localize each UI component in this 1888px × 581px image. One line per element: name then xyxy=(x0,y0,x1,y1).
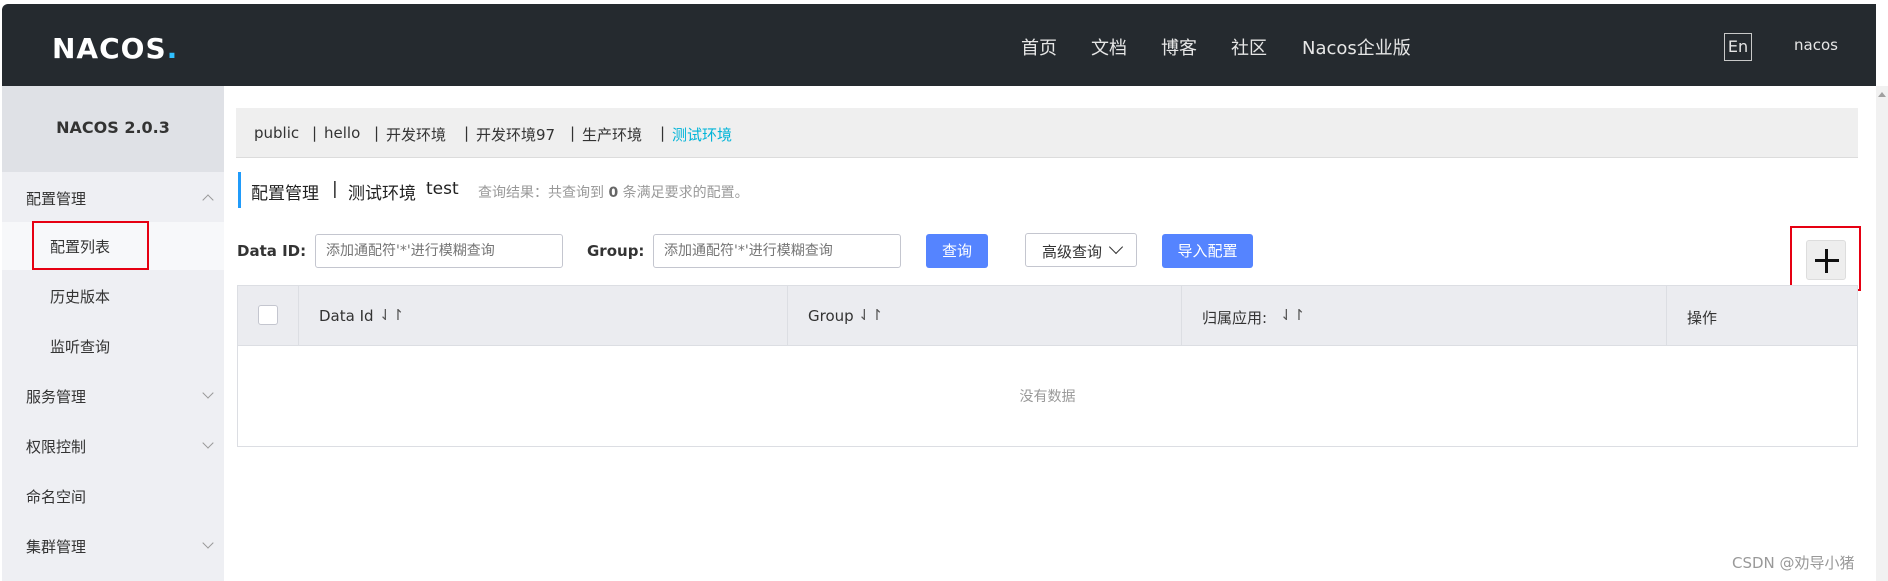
sort-icon[interactable]: ⇃↾ xyxy=(858,306,883,324)
namespace-public[interactable]: public xyxy=(254,124,299,142)
namespace-bar: public | hello | 开发环境 | 开发环境97 | 生产环境 | … xyxy=(236,108,1858,158)
logo-text: NACOS xyxy=(52,32,167,65)
user-name[interactable]: nacos xyxy=(1794,36,1838,54)
nav-enterprise[interactable]: Nacos企业版 xyxy=(1302,34,1411,60)
current-namespace-id: test xyxy=(426,179,459,199)
column-group[interactable]: Group ⇃↾ xyxy=(788,286,1182,346)
chevron-down-icon[interactable] xyxy=(202,437,214,449)
sidebar-subitem-history[interactable]: 历史版本 xyxy=(50,286,110,307)
result-suffix: 条满足要求的配置。 xyxy=(622,185,749,201)
sidebar-title: NACOS 2.0.3 xyxy=(56,118,170,137)
nav-home[interactable]: 首页 xyxy=(1021,34,1057,60)
current-namespace: 测试环境 xyxy=(348,184,416,204)
data-id-input[interactable] xyxy=(315,234,563,268)
page-title-separator: | xyxy=(332,179,338,199)
highlight-box xyxy=(32,221,149,270)
chevron-up-icon[interactable] xyxy=(202,194,214,206)
nacos-logo[interactable]: NACOS. xyxy=(52,32,178,65)
top-bar: NACOS. 首页 文档 博客 社区 Nacos企业版 En nacos xyxy=(2,4,1876,86)
namespace-dev97[interactable]: 开发环境97 xyxy=(476,124,555,145)
sidebar-item-access-control[interactable]: 权限控制 xyxy=(26,436,86,457)
sidebar-subitem-listener-query[interactable]: 监听查询 xyxy=(50,336,110,357)
group-label: Group: xyxy=(587,242,645,260)
config-table: Data Id ⇃↾ Group ⇃↾ 归属应用: ⇃↾ 操作 没有数据 xyxy=(237,285,1858,447)
chevron-down-icon xyxy=(1108,239,1124,255)
watermark: CSDN @劝导小猪 xyxy=(1732,554,1855,572)
advanced-query-button[interactable]: 高级查询 xyxy=(1025,233,1137,267)
namespace-prod[interactable]: 生产环境 xyxy=(582,124,642,145)
sidebar-item-namespace[interactable]: 命名空间 xyxy=(26,486,86,507)
sidebar: NACOS 2.0.3 配置管理 配置列表 历史版本 监听查询 服务管理 权限控… xyxy=(2,86,224,581)
column-label: 归属应用: xyxy=(1202,309,1268,327)
import-config-button[interactable]: 导入配置 xyxy=(1162,234,1253,268)
column-label: 操作 xyxy=(1687,309,1718,327)
chevron-down-icon[interactable] xyxy=(202,537,214,549)
result-count: 0 xyxy=(608,185,619,201)
chevron-down-icon[interactable] xyxy=(202,387,214,399)
header-accent-bar xyxy=(238,172,241,208)
namespace-separator: | xyxy=(312,124,318,142)
result-prefix: 查询结果：共查询到 xyxy=(478,185,604,201)
group-input[interactable] xyxy=(653,234,901,268)
sidebar-item-config-management[interactable]: 配置管理 xyxy=(26,188,86,209)
sort-icon[interactable]: ⇃↾ xyxy=(1280,306,1305,324)
column-label: Data Id xyxy=(319,307,374,325)
highlight-box xyxy=(1790,226,1861,291)
logo-dot: . xyxy=(166,32,179,65)
namespace-test[interactable]: 测试环境 xyxy=(672,124,732,145)
column-label: Group xyxy=(808,307,854,325)
sidebar-header: NACOS 2.0.3 xyxy=(2,86,224,172)
add-config-button[interactable] xyxy=(1806,240,1846,280)
query-button[interactable]: 查询 xyxy=(926,234,988,268)
query-result-text: 查询结果：共查询到 0 条满足要求的配置。 xyxy=(478,182,749,202)
language-switch-button[interactable]: En xyxy=(1724,33,1752,61)
nav-community[interactable]: 社区 xyxy=(1231,34,1267,60)
namespace-separator: | xyxy=(570,124,576,142)
nav-docs[interactable]: 文档 xyxy=(1091,34,1127,60)
scroll-up-icon[interactable] xyxy=(1878,92,1886,97)
nav-blog[interactable]: 博客 xyxy=(1161,34,1197,60)
empty-state-text: 没有数据 xyxy=(1019,389,1076,405)
namespace-separator: | xyxy=(464,124,470,142)
namespace-separator: | xyxy=(660,124,666,142)
namespace-dev[interactable]: 开发环境 xyxy=(386,124,446,145)
column-actions: 操作 xyxy=(1667,286,1857,346)
table-header: Data Id ⇃↾ Group ⇃↾ 归属应用: ⇃↾ 操作 xyxy=(238,286,1857,346)
page-title: 配置管理 xyxy=(251,184,319,204)
page-header: 配置管理 | 测试环境 test 查询结果：共查询到 0 条满足要求的配置。 xyxy=(238,172,1858,208)
namespace-separator: | xyxy=(374,124,380,142)
sidebar-item-cluster-management[interactable]: 集群管理 xyxy=(26,536,86,557)
sort-icon[interactable]: ⇃↾ xyxy=(379,306,404,324)
advanced-query-label: 高级查询 xyxy=(1042,243,1103,261)
sidebar-item-service-management[interactable]: 服务管理 xyxy=(26,386,86,407)
column-data-id[interactable]: Data Id ⇃↾ xyxy=(299,286,788,346)
namespace-hello[interactable]: hello xyxy=(324,124,360,142)
column-select xyxy=(238,286,299,346)
data-id-label: Data ID: xyxy=(237,242,307,260)
vertical-scrollbar[interactable] xyxy=(1876,86,1888,581)
plus-icon-stem xyxy=(1825,249,1828,273)
select-all-checkbox[interactable] xyxy=(258,305,278,325)
column-app[interactable]: 归属应用: ⇃↾ xyxy=(1182,286,1667,346)
